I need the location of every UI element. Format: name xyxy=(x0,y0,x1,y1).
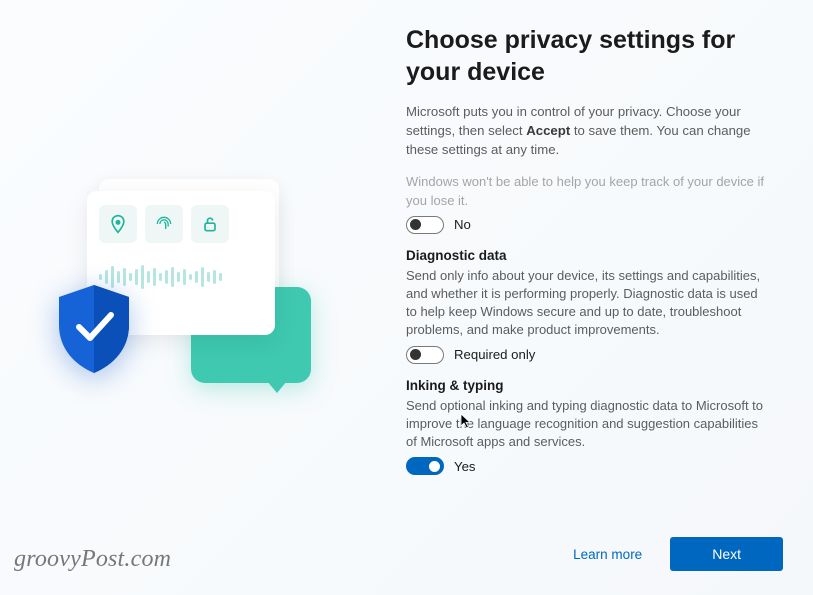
find-device-toggle[interactable] xyxy=(406,216,444,234)
next-button[interactable]: Next xyxy=(670,537,783,571)
diagnostic-title: Diagnostic data xyxy=(406,248,766,263)
footer-actions: Learn more Next xyxy=(573,537,783,571)
watermark-text: groovyPost.com xyxy=(14,546,171,573)
inking-title: Inking & typing xyxy=(406,378,766,393)
privacy-illustration xyxy=(61,173,311,393)
inking-toggle[interactable] xyxy=(406,457,444,475)
shield-check-icon xyxy=(53,283,135,375)
page-title: Choose privacy settings for your device xyxy=(406,24,766,88)
location-pin-icon xyxy=(99,205,137,243)
inking-state-label: Yes xyxy=(454,459,476,474)
intro-bold: Accept xyxy=(526,123,570,138)
illustration-pane xyxy=(0,0,372,595)
fingerprint-icon xyxy=(145,205,183,243)
find-device-partial-desc: Windows won't be able to help you keep t… xyxy=(406,173,766,209)
settings-pane: Choose privacy settings for your device … xyxy=(372,0,813,595)
find-device-state-label: No xyxy=(454,217,471,232)
intro-text: Microsoft puts you in control of your pr… xyxy=(406,102,756,159)
diagnostic-toggle[interactable] xyxy=(406,346,444,364)
settings-scroll-area: Windows won't be able to help you keep t… xyxy=(406,173,766,489)
diagnostic-state-label: Required only xyxy=(454,347,535,362)
mouse-cursor-icon xyxy=(460,413,472,429)
lock-open-icon xyxy=(191,205,229,243)
learn-more-link[interactable]: Learn more xyxy=(573,547,642,562)
diagnostic-desc: Send only info about your device, its se… xyxy=(406,267,766,340)
